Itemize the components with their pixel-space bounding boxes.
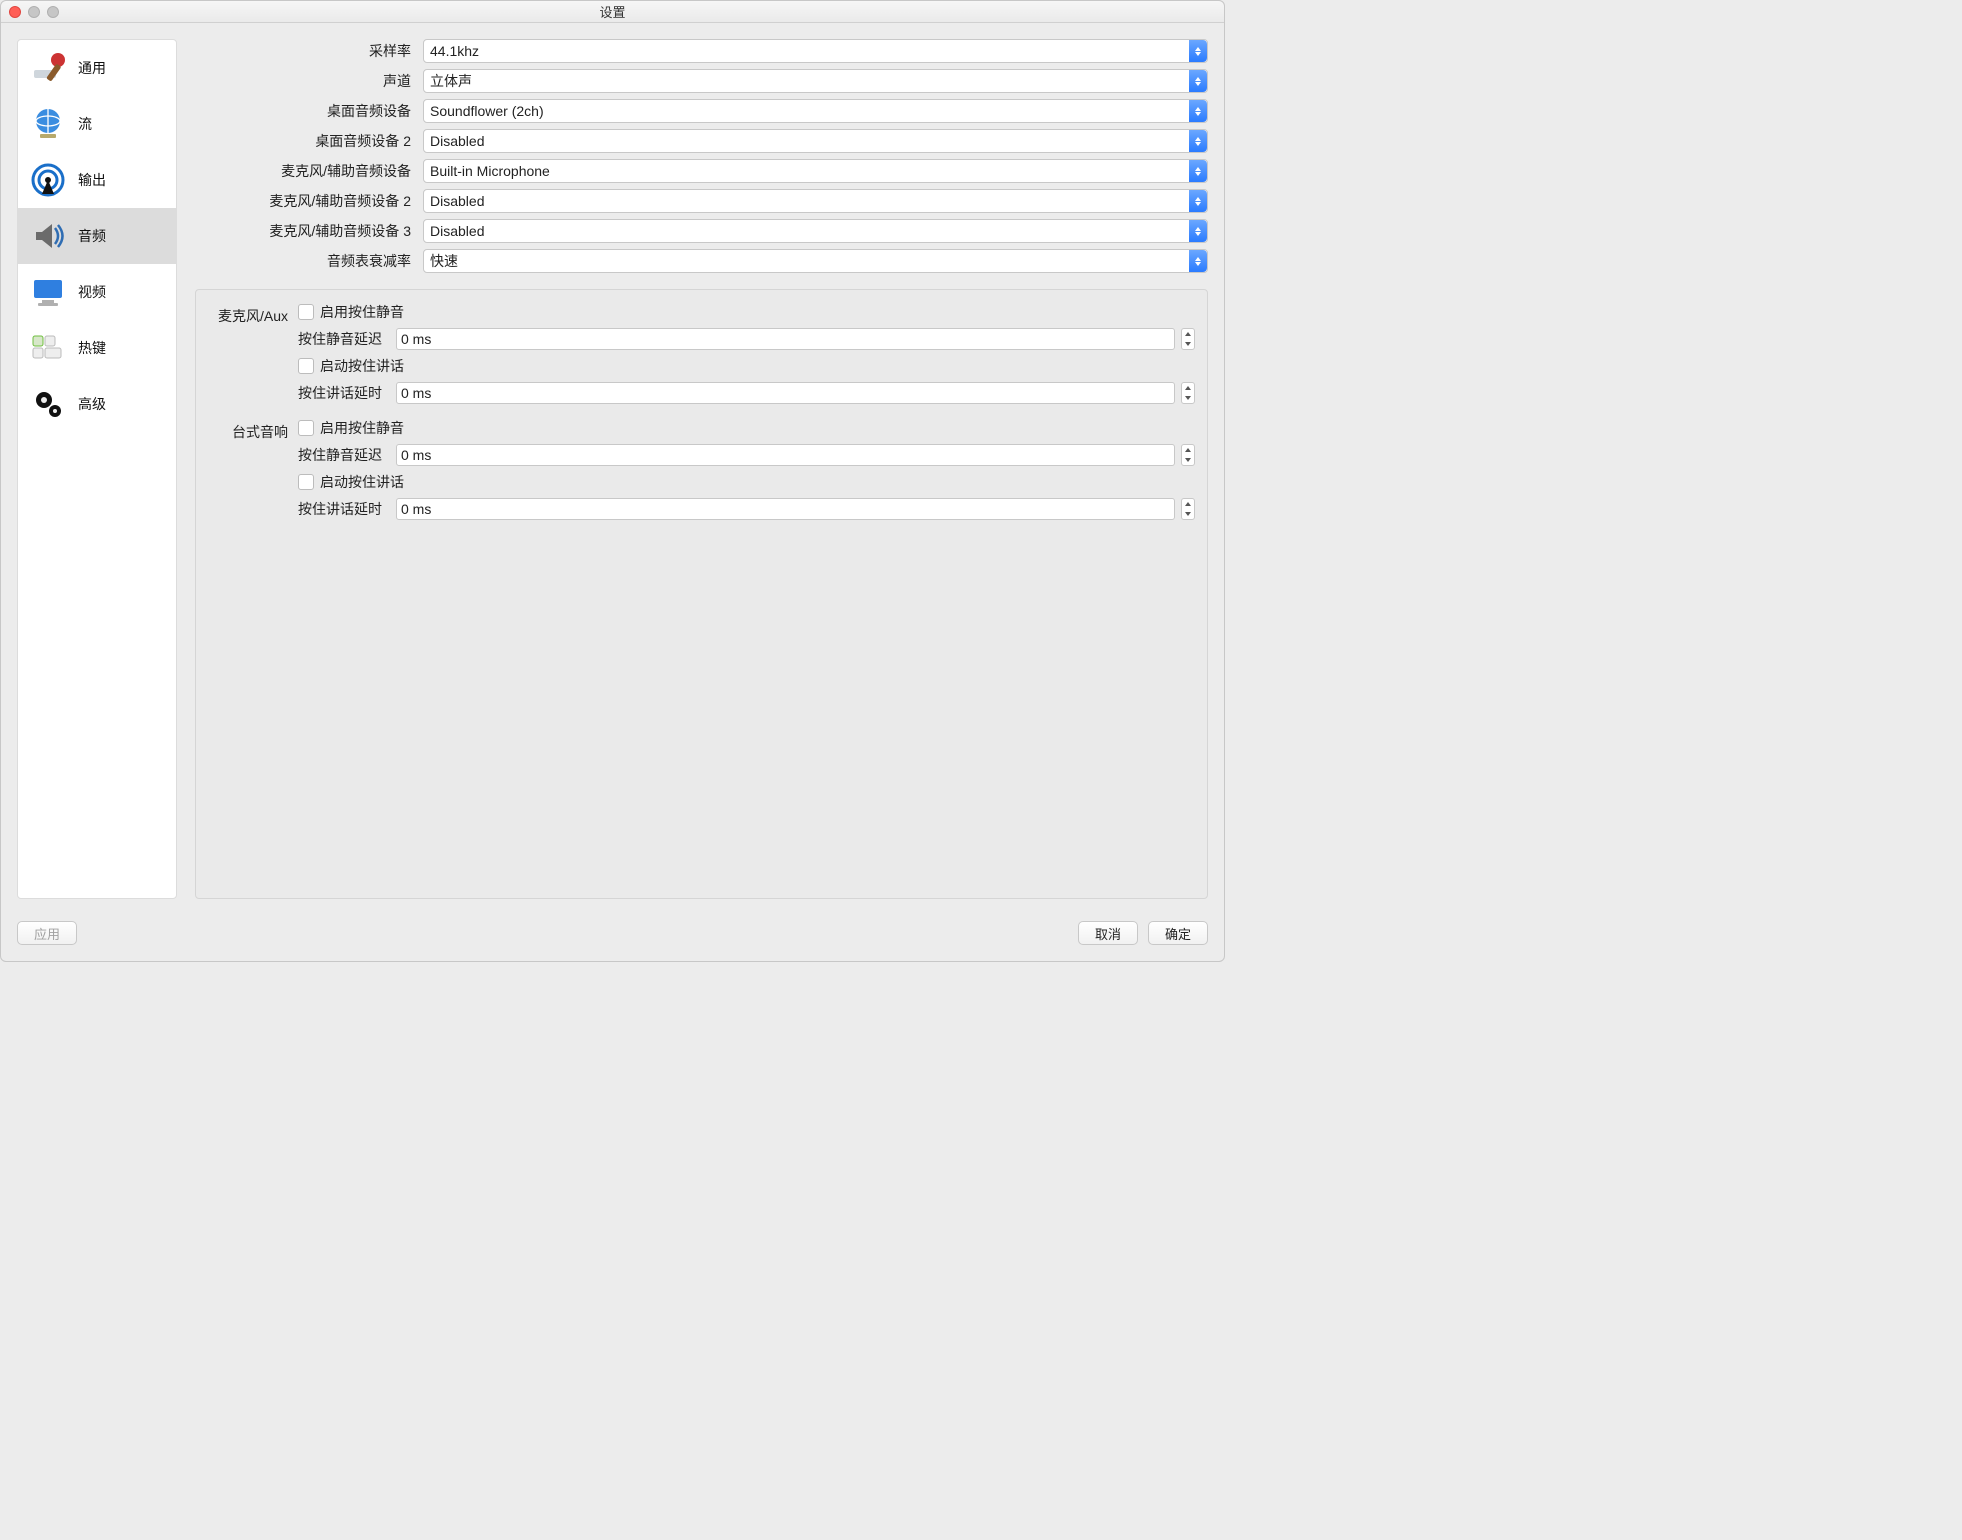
desktop-enable-ptt-checkbox[interactable] <box>298 474 314 490</box>
monitor-icon <box>28 272 68 312</box>
chevron-updown-icon <box>1189 130 1207 152</box>
mic-aux-value: Built-in Microphone <box>430 163 550 179</box>
keyboard-icon <box>28 328 68 368</box>
sidebar-item-label: 通用 <box>78 58 106 78</box>
chevron-updown-icon <box>1189 100 1207 122</box>
desktop-group-title: 台式音响 <box>208 418 288 534</box>
mic-ptt-delay-input[interactable]: 0 ms <box>396 382 1175 404</box>
mic-ptm-delay-label: 按住静音延迟 <box>298 329 390 349</box>
wrench-icon <box>28 48 68 88</box>
mic-enable-ptt-label: 启动按住讲话 <box>320 356 404 376</box>
broadcast-icon <box>28 160 68 200</box>
decay-rate-value: 快速 <box>430 251 458 271</box>
sidebar-item-hotkeys[interactable]: 热键 <box>18 320 176 376</box>
mic-aux3-label: 麦克风/辅助音频设备 3 <box>195 221 415 241</box>
chevron-updown-icon <box>1189 220 1207 242</box>
desktop-enable-ptm-label: 启用按住静音 <box>320 418 404 438</box>
sidebar-item-stream[interactable]: 流 <box>18 96 176 152</box>
audio-form: 采样率 44.1khz 声道 立体声 桌面音频设备 S <box>195 39 1208 273</box>
cancel-button[interactable]: 取消 <box>1078 921 1138 945</box>
sidebar-item-video[interactable]: 视频 <box>18 264 176 320</box>
mic-ptt-delay-label: 按住讲话延时 <box>298 383 390 403</box>
mic-enable-ptm-checkbox[interactable] <box>298 304 314 320</box>
chevron-updown-icon <box>1189 40 1207 62</box>
desktop-audio2-label: 桌面音频设备 2 <box>195 131 415 151</box>
desktop-audio-label: 桌面音频设备 <box>195 101 415 121</box>
settings-window: 设置 通用 流 输出 <box>0 0 1225 962</box>
desktop-enable-ptm-checkbox[interactable] <box>298 420 314 436</box>
channels-label: 声道 <box>195 71 415 91</box>
sidebar-item-label: 输出 <box>78 170 106 190</box>
desktop-ptm-delay-stepper[interactable] <box>1181 444 1195 466</box>
desktop-ptm-delay-label: 按住静音延迟 <box>298 445 390 465</box>
mic-aux2-select[interactable]: Disabled <box>423 189 1208 213</box>
mic-ptm-delay-input[interactable]: 0 ms <box>396 328 1175 350</box>
speaker-icon <box>28 216 68 256</box>
mic-aux3-select[interactable]: Disabled <box>423 219 1208 243</box>
globe-icon <box>28 104 68 144</box>
sidebar-item-label: 音频 <box>78 226 106 246</box>
channels-select[interactable]: 立体声 <box>423 69 1208 93</box>
titlebar: 设置 <box>1 1 1224 23</box>
mic-aux2-label: 麦克风/辅助音频设备 2 <box>195 191 415 211</box>
sidebar-item-advanced[interactable]: 高级 <box>18 376 176 432</box>
desktop-ptt-delay-stepper[interactable] <box>1181 498 1195 520</box>
sample-rate-select[interactable]: 44.1khz <box>423 39 1208 63</box>
desktop-audio2-select[interactable]: Disabled <box>423 129 1208 153</box>
sidebar-item-output[interactable]: 输出 <box>18 152 176 208</box>
mic-ptm-delay-stepper[interactable] <box>1181 328 1195 350</box>
window-title: 设置 <box>1 2 1224 21</box>
decay-rate-label: 音频表衰减率 <box>195 251 415 271</box>
body: 通用 流 输出 音频 <box>1 23 1224 915</box>
desktop-ptm-delay-input[interactable]: 0 ms <box>396 444 1175 466</box>
ok-button[interactable]: 确定 <box>1148 921 1208 945</box>
mic-aux2-value: Disabled <box>430 193 484 209</box>
desktop-enable-ptt-label: 启动按住讲话 <box>320 472 404 492</box>
mic-enable-ptm-label: 启用按住静音 <box>320 302 404 322</box>
decay-rate-select[interactable]: 快速 <box>423 249 1208 273</box>
sidebar: 通用 流 输出 音频 <box>17 39 177 899</box>
mic-aux-select[interactable]: Built-in Microphone <box>423 159 1208 183</box>
mic-enable-ptt-checkbox[interactable] <box>298 358 314 374</box>
sidebar-item-label: 视频 <box>78 282 106 302</box>
sidebar-item-label: 流 <box>78 114 92 134</box>
sidebar-item-label: 高级 <box>78 394 106 414</box>
desktop-audio2-value: Disabled <box>430 133 484 149</box>
chevron-updown-icon <box>1189 70 1207 92</box>
channels-value: 立体声 <box>430 71 472 91</box>
sidebar-item-general[interactable]: 通用 <box>18 40 176 96</box>
sample-rate-value: 44.1khz <box>430 43 479 59</box>
sidebar-item-label: 热键 <box>78 338 106 358</box>
chevron-updown-icon <box>1189 250 1207 272</box>
desktop-ptt-delay-input[interactable]: 0 ms <box>396 498 1175 520</box>
sample-rate-label: 采样率 <box>195 41 415 61</box>
footer: 应用 取消 确定 <box>1 915 1224 961</box>
chevron-updown-icon <box>1189 160 1207 182</box>
chevron-updown-icon <box>1189 190 1207 212</box>
mic-ptt-delay-stepper[interactable] <box>1181 382 1195 404</box>
desktop-audio-value: Soundflower (2ch) <box>430 103 544 119</box>
desktop-audio-select[interactable]: Soundflower (2ch) <box>423 99 1208 123</box>
mic-aux3-value: Disabled <box>430 223 484 239</box>
apply-button[interactable]: 应用 <box>17 921 77 945</box>
mic-group-title: 麦克风/Aux <box>208 302 288 418</box>
gear-icon <box>28 384 68 424</box>
mic-aux-label: 麦克风/辅助音频设备 <box>195 161 415 181</box>
main-panel: 采样率 44.1khz 声道 立体声 桌面音频设备 S <box>195 39 1208 899</box>
sidebar-item-audio[interactable]: 音频 <box>18 208 176 264</box>
desktop-ptt-delay-label: 按住讲话延时 <box>298 499 390 519</box>
hotkey-group: 麦克风/Aux 启用按住静音 按住静音延迟 0 ms <box>195 289 1208 899</box>
